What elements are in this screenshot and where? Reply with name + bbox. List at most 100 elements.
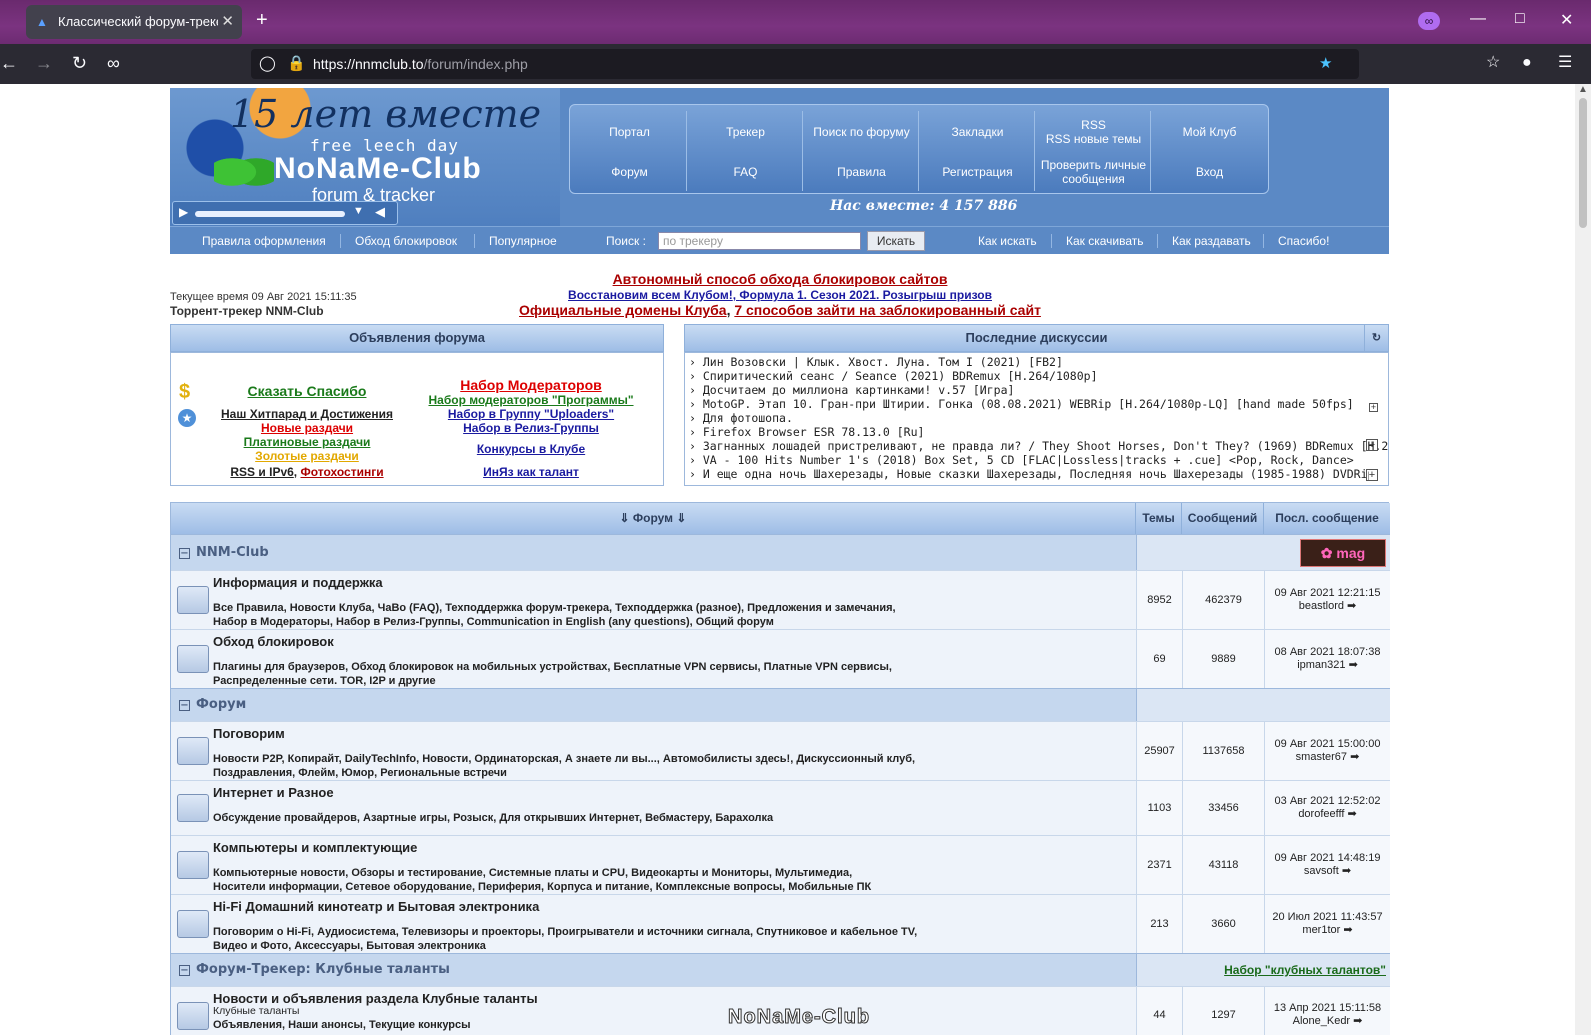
ad-domains-link[interactable]: Официальные домены Клуба (519, 302, 727, 318)
paid-releases-link[interactable]: Платиновые раздачи (207, 435, 407, 449)
collections-icon[interactable]: ☆ (1486, 54, 1500, 72)
recent-item[interactable]: › Firefox Browser ESR 78.13.0 [Ru] (689, 425, 924, 439)
contests-link[interactable]: Конкурсы в Клубе (421, 442, 641, 456)
minimize-icon[interactable]: — (1470, 10, 1486, 28)
goto-post-icon[interactable]: ➡ (1347, 600, 1356, 612)
maximize-icon[interactable]: □ (1515, 10, 1525, 28)
recent-item[interactable]: › Спиритический сеанс / Seance (2021) BD… (689, 369, 1098, 383)
rss-ipv6-link[interactable]: RSS и IPv6 (230, 465, 293, 479)
goto-post-icon[interactable]: ➡ (1347, 808, 1356, 820)
subnav-popular[interactable]: Популярное (489, 234, 557, 248)
subforum-links[interactable]: Новости P2P, Копирайт, DailyTechInfo, Но… (213, 752, 915, 766)
menu-portal[interactable]: Портал (572, 125, 687, 139)
subforum-links[interactable]: Видео и Фото, Аксессуары, Бытовая электр… (213, 939, 486, 953)
menu-faq[interactable]: FAQ (688, 165, 803, 179)
close-tab-icon[interactable]: ✕ (221, 12, 234, 30)
page-scrollbar[interactable]: ▲ (1575, 84, 1591, 1035)
subforum-links[interactable]: Поздравления, Флейм, Юмор, Региональные … (213, 766, 507, 780)
shield-icon[interactable]: ◯ (259, 54, 276, 72)
category-nnm-club[interactable]: − NNM-Club ✿ mag (171, 534, 1390, 571)
collapse-icon[interactable]: − (179, 965, 190, 976)
subnav-rules[interactable]: Правила оформления (202, 234, 326, 248)
forum-row[interactable]: Информация и поддержка Все Правила, Ново… (171, 570, 1390, 629)
subnav-bypass[interactable]: Обход блокировок (355, 234, 457, 248)
menu-forum[interactable]: Форум (572, 165, 687, 179)
subnav-how-search[interactable]: Как искать (978, 234, 1037, 248)
subforum-links[interactable]: Поговорим о Hi-Fi, Аудиосистема, Телевиз… (213, 925, 917, 939)
goto-post-icon[interactable]: ➡ (1343, 924, 1352, 936)
new-tab-icon[interactable]: + (256, 9, 268, 32)
reload-icon[interactable]: ↻ (72, 54, 87, 72)
forum-name[interactable]: Поговорим (213, 726, 285, 741)
subforum-links[interactable]: Обсуждение провайдеров, Азартные игры, Р… (213, 811, 773, 825)
close-window-icon[interactable]: ✕ (1560, 10, 1573, 30)
category-talents[interactable]: − Форум-Трекер: Клубные таланты Набор "кл… (171, 953, 1390, 987)
audio-player[interactable]: ▶ ▼ ◀ (172, 201, 398, 225)
subforum-links[interactable]: Распределенные сети. TOR, I2P и другие (213, 674, 436, 688)
hitparade-link[interactable]: Наш Хитпарад и Достижения (207, 407, 407, 421)
subforum-links[interactable]: Носители информации, Сетевое оборудовани… (213, 880, 871, 894)
goto-post-icon[interactable]: ➡ (1349, 659, 1358, 671)
play-icon[interactable]: ▶ (179, 205, 188, 219)
recent-item[interactable]: › Лин Возовски | Клык. Хвост. Луна. Том … (689, 355, 1063, 369)
forum-row[interactable]: Компьютеры и комплектующие Компьютерные … (171, 835, 1390, 894)
subforum-links[interactable]: Плагины для браузеров, Обход блокировок … (213, 660, 892, 674)
subforum-links[interactable]: Все Правила, Новости Клуба, ЧаВо (FAQ), … (213, 601, 896, 615)
talent-link[interactable]: ИнЯз как талант (421, 465, 641, 479)
forum-name[interactable]: Интернет и Разное (213, 785, 334, 800)
ad-f1-link[interactable]: Формула 1. Сезон 2021. Розыгрыш призов (739, 288, 992, 302)
player-progress[interactable] (195, 211, 345, 217)
forum-name[interactable]: Информация и поддержка (213, 575, 383, 590)
last-post-user[interactable]: mer1tor (1302, 924, 1340, 936)
active-tab[interactable]: ▲ Классический форум-трекер ✕ (26, 5, 242, 39)
last-post-user[interactable]: ipman321 (1297, 659, 1345, 671)
gold-releases-link[interactable]: Золотые раздачи (207, 449, 407, 463)
banner-logo-icon[interactable]: ✿ mag (1300, 539, 1386, 567)
collapse-icon[interactable]: − (179, 700, 190, 711)
menu-bookmarks[interactable]: Закладки (920, 125, 1035, 139)
expand-icon[interactable]: + (1366, 439, 1378, 451)
menu-icon[interactable]: ☰ (1558, 54, 1572, 72)
photohost-link[interactable]: Фотохостинги (300, 465, 383, 479)
category-forum[interactable]: − Форум (171, 688, 1390, 722)
forum-row[interactable]: Поговорим Новости P2P, Копирайт, DailyTe… (171, 721, 1390, 780)
expand-icon[interactable]: + (1366, 469, 1378, 481)
ad-restore-link[interactable]: Восстановим всем Клубом! (568, 288, 733, 302)
bookmark-star-icon[interactable]: ★ (1319, 54, 1332, 72)
forum-row[interactable]: Интернет и Разное Обсуждение провайдеров… (171, 780, 1390, 835)
forward-icon[interactable]: → (35, 54, 53, 72)
forum-name[interactable]: Новости и объявления раздела Клубные тал… (213, 991, 538, 1006)
release-groups-link[interactable]: Набор в Релиз-Группы (421, 421, 641, 435)
forum-name[interactable]: Компьютеры и комплектующие (213, 840, 417, 855)
recent-item[interactable]: › Досчитаем до миллиона картинками! v.57… (689, 383, 1014, 397)
last-post-user[interactable]: savsoft (1304, 865, 1339, 877)
subforum-links[interactable]: Объявления, Наши анонсы, Текущие конкурс… (213, 1018, 471, 1032)
last-post-user[interactable]: dorofeefff (1298, 808, 1344, 820)
new-releases-link[interactable]: Новые раздачи (207, 421, 407, 435)
back-icon[interactable]: ← (0, 54, 18, 72)
menu-rss[interactable]: RSS RSS новые темы (1036, 118, 1151, 146)
recent-item[interactable]: › MotoGP. Этап 10. Гран-при Штирии. Гонк… (689, 397, 1354, 411)
mod-programs-link[interactable]: Набор модераторов "Программы" (421, 393, 641, 407)
forum-row[interactable]: Hi-Fi Домашний кинотеатр и Бытовая элект… (171, 894, 1390, 953)
menu-forum-search[interactable]: Поиск по форуму (804, 125, 919, 139)
menu-register[interactable]: Регистрация (920, 165, 1035, 179)
recent-item[interactable]: › И еще одна ночь Шахерезады, Новые сказ… (689, 467, 1369, 481)
volume-icon[interactable]: ◀ (375, 204, 385, 220)
last-post-user[interactable]: smaster67 (1296, 751, 1347, 763)
search-button[interactable]: Искать (867, 231, 925, 251)
menu-tracker[interactable]: Трекер (688, 125, 803, 139)
menu-login[interactable]: Вход (1152, 165, 1267, 179)
subnav-how-seed[interactable]: Как раздавать (1172, 234, 1251, 248)
menu-check-messages[interactable]: Проверить личные сообщения (1036, 158, 1151, 186)
recent-item[interactable]: › VA - 100 Hits Number 1's (2018) Box Se… (689, 453, 1354, 467)
last-post-user[interactable]: Alone_Kedr (1293, 1015, 1351, 1027)
profile-icon[interactable]: ● (1522, 54, 1532, 72)
subforum-links[interactable]: Набор в Модераторы, Набор в Релиз-Группы… (213, 615, 774, 629)
forum-name[interactable]: Обход блокировок (213, 634, 334, 649)
collapse-icon[interactable]: − (179, 548, 190, 559)
goto-post-icon[interactable]: ➡ (1350, 751, 1359, 763)
forum-row[interactable]: Обход блокировок Плагины для браузеров, … (171, 629, 1390, 688)
recent-item[interactable]: › Для фотошопа. (689, 411, 793, 425)
forum-name[interactable]: Hi-Fi Домашний кинотеатр и Бытовая элект… (213, 899, 539, 914)
